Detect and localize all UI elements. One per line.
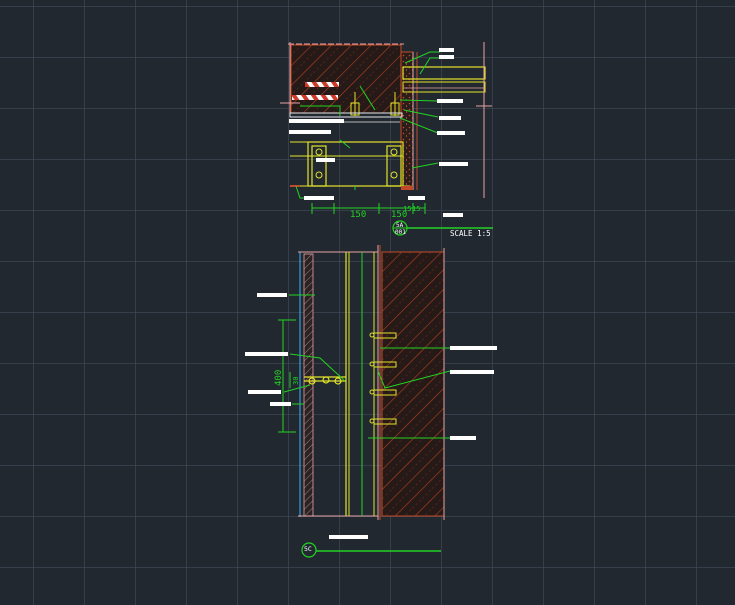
dimension-30: 30 [292,377,300,385]
bolt-plates [311,145,402,187]
dimension-15-b: 15 [412,205,420,213]
marker-5c-label: 5C [304,545,312,553]
top-panel [402,66,486,80]
cad-canvas[interactable]: 150 150 15 15 5A 001 SCALE 1:5 400 30 5C [0,0,735,605]
marker-5a-top: 5A [396,222,404,229]
scale-label: SCALE 1:5 [450,229,491,238]
detail-a: 150 150 15 15 5A 001 SCALE 1:5 [280,42,493,238]
mid-bracket [304,376,346,385]
dimension-150-left: 150 [350,210,366,220]
dimension-15-a: 15 [403,205,411,213]
concrete-block [290,44,402,114]
dimension-400: 400 [274,370,284,386]
drawing-svg: 150 150 15 15 5A 001 SCALE 1:5 400 30 5C [245,42,497,558]
section-marker-5c[interactable]: 5C [301,542,441,558]
steel-plate [289,112,403,118]
concrete-wall [381,251,445,517]
detail-b: 400 30 5C [245,245,497,558]
marker-5a-bottom: 001 [395,229,406,236]
insulation-strip-2 [292,95,338,100]
bracket-channel [307,141,404,187]
insulation-strip-1 [305,82,339,87]
